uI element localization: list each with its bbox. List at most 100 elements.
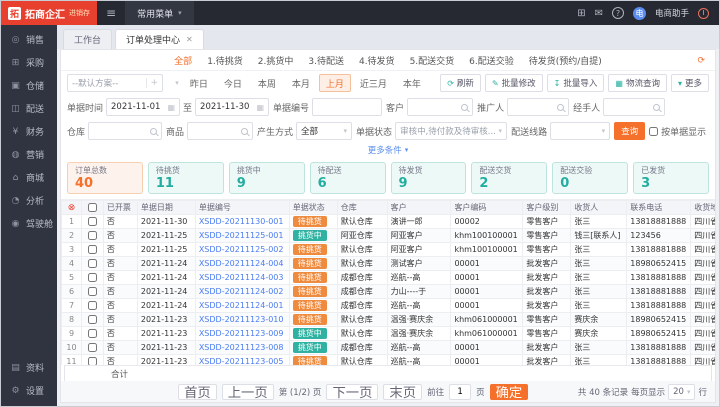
row-checkbox[interactable] <box>88 245 97 254</box>
avatar[interactable]: 电 <box>633 7 646 20</box>
quick-date-button[interactable]: 近三月 <box>353 74 394 92</box>
sidebar-item-warehouse[interactable]: ▣仓储 <box>1 74 57 97</box>
close-icon[interactable]: ✕ <box>186 35 193 44</box>
table-row[interactable]: 3否2021-11-25XSDD-20211125-002待挑货默认仓库阿亚客户… <box>62 243 716 257</box>
column-header[interactable]: 客户编码 <box>451 201 523 215</box>
sidebar-item-data[interactable]: ▤资料 <box>1 356 57 379</box>
order-link[interactable]: XSDD-20211124-003 <box>199 273 284 282</box>
sidebar-item-delivery[interactable]: ◫配送 <box>1 97 57 120</box>
orders-table-scroll[interactable]: ⊗ 已开票单据日期单据编号单据状态仓库客户客户编码客户级别收货人联系电话收货地址… <box>61 199 715 365</box>
help-icon[interactable]: ? <box>612 7 624 19</box>
last-page-button[interactable]: 末页 <box>383 384 422 400</box>
action-button-2[interactable]: ↧批量导入 <box>547 74 605 92</box>
row-checkbox[interactable] <box>88 287 97 296</box>
status-tab-2[interactable]: 2.挑货中 <box>258 54 294 67</box>
status-tab-6[interactable]: 6.配送交验 <box>469 54 514 67</box>
customer-input[interactable] <box>407 98 473 116</box>
quick-date-button[interactable]: 昨日 <box>183 74 215 92</box>
order-link[interactable]: XSDD-20211123-009 <box>199 329 284 338</box>
column-header[interactable]: 客户级别 <box>523 201 571 215</box>
menu-tab[interactable]: 常用菜单 ▾ <box>125 1 194 25</box>
warehouse-input[interactable] <box>88 122 162 140</box>
row-checkbox[interactable] <box>88 357 97 365</box>
column-header[interactable]: 已开票 <box>103 201 137 215</box>
row-checkbox[interactable] <box>88 273 97 282</box>
stat-card-3[interactable]: 待配送6 <box>310 162 386 194</box>
add-scheme-icon[interactable]: + <box>146 78 158 88</box>
sidebar-item-sales[interactable]: ◎销售 <box>1 28 57 51</box>
order-link[interactable]: XSDD-20211123-005 <box>199 357 284 365</box>
apps-icon[interactable]: ⊞ <box>577 8 585 19</box>
by-doc-checkbox-input[interactable] <box>649 127 658 136</box>
stat-card-1[interactable]: 待挑货11 <box>148 162 224 194</box>
more-button[interactable]: ▾更多 <box>671 74 709 92</box>
action-button-3[interactable]: ▦物流查询 <box>608 74 667 92</box>
row-checkbox[interactable] <box>88 259 97 268</box>
prev-page-button[interactable]: 上一页 <box>222 384 274 400</box>
action-button-0[interactable]: ⟳刷新 <box>440 74 481 92</box>
query-button[interactable]: 查询 <box>614 122 645 140</box>
goto-confirm-button[interactable]: 确定 <box>490 384 529 400</box>
message-icon[interactable]: ✉ <box>595 8 603 19</box>
tab-order-center[interactable]: 订单处理中心✕ <box>115 29 204 49</box>
table-row[interactable]: 10否2021-11-23XSDD-20211123-008挑货中成都仓库巡航-… <box>62 341 716 355</box>
order-link[interactable]: XSDD-20211130-001 <box>199 217 284 226</box>
route-select[interactable]: ▾ <box>550 122 610 140</box>
stat-card-2[interactable]: 挑货中9 <box>229 162 305 194</box>
product-input[interactable] <box>187 122 253 140</box>
sidebar-item-purchase[interactable]: ⊞采购 <box>1 51 57 74</box>
column-header[interactable]: 单据状态 <box>289 201 337 215</box>
power-icon[interactable] <box>698 8 709 19</box>
column-header[interactable]: 单据编号 <box>195 201 289 215</box>
date-to-input[interactable]: 2021-11-30 ▦ <box>195 98 269 116</box>
order-link[interactable]: XSDD-20211124-004 <box>199 259 284 268</box>
sidebar-item-finance[interactable]: ¥财务 <box>1 120 57 143</box>
sidebar-item-marketing[interactable]: ◍营销 <box>1 143 57 166</box>
table-row[interactable]: 7否2021-11-24XSDD-20211124-001待挑货成都仓库巡航--… <box>62 299 716 313</box>
table-row[interactable]: 1否2021-11-30XSDD-20211130-001待挑货默认仓库演讲一郎… <box>62 215 716 229</box>
column-header[interactable]: 收货人 <box>571 201 627 215</box>
row-checkbox[interactable] <box>88 301 97 310</box>
doc-status-select[interactable]: 审核中,待付款及待审核... ▾ <box>395 122 507 140</box>
table-row[interactable]: 2否2021-11-25XSDD-20211125-001挑货中阿亚仓库阿亚客户… <box>62 229 716 243</box>
select-all-checkbox[interactable] <box>88 203 97 212</box>
sidebar-item-analysis[interactable]: ◔分析 <box>1 189 57 212</box>
more-conditions-link[interactable]: 更多条件 ▾ <box>61 143 715 159</box>
row-checkbox[interactable] <box>88 329 97 338</box>
column-header[interactable]: 客户 <box>387 201 451 215</box>
order-link[interactable]: XSDD-20211124-001 <box>199 301 284 310</box>
table-row[interactable]: 11否2021-11-23XSDD-20211123-005待挑货默认仓库巡航-… <box>62 355 716 366</box>
status-tab-0[interactable]: 全部 <box>174 54 192 67</box>
by-doc-checkbox[interactable]: 按单据显示 <box>649 125 706 138</box>
status-tab-4[interactable]: 4.待发货 <box>359 54 395 67</box>
date-from-input[interactable]: 2021-11-01 ▦ <box>106 98 180 116</box>
order-link[interactable]: XSDD-20211125-001 <box>199 231 284 240</box>
per-page-select[interactable]: 20 ▾ <box>668 384 695 400</box>
sidebar-item-cockpit[interactable]: ◉驾驶舱 <box>1 212 57 235</box>
column-header[interactable]: 联系电话 <box>627 201 691 215</box>
scheme-select[interactable]: --默认方案-- + <box>67 74 163 92</box>
row-checkbox[interactable] <box>88 315 97 324</box>
column-header[interactable]: 仓库 <box>337 201 387 215</box>
first-page-button[interactable]: 首页 <box>178 384 217 400</box>
order-link[interactable]: XSDD-20211125-002 <box>199 245 284 254</box>
row-checkbox[interactable] <box>88 217 97 226</box>
status-tab-7[interactable]: 待发货(预约/自提) <box>529 54 602 67</box>
column-header[interactable]: 单据日期 <box>137 201 195 215</box>
gen-method-select[interactable]: 全部 ▾ <box>296 122 352 140</box>
table-row[interactable]: 6否2021-11-24XSDD-20211124-002待挑货成都仓库力山--… <box>62 285 716 299</box>
sidebar-item-mall[interactable]: ⌂商城 <box>1 166 57 189</box>
row-checkbox[interactable] <box>88 343 97 352</box>
quick-date-button[interactable]: 本年 <box>396 74 428 92</box>
action-button-1[interactable]: ✎批量修改 <box>485 74 543 92</box>
quick-date-button[interactable]: 本周 <box>251 74 283 92</box>
column-header[interactable]: 收货地址 <box>691 201 715 215</box>
status-tab-5[interactable]: 5.配送交货 <box>410 54 455 67</box>
stat-card-5[interactable]: 配送交货2 <box>471 162 547 194</box>
table-row[interactable]: 8否2021-11-23XSDD-20211123-010待挑货默认仓库温强·赛… <box>62 313 716 327</box>
order-link[interactable]: XSDD-20211124-002 <box>199 287 284 296</box>
table-row[interactable]: 9否2021-11-23XSDD-20211123-009挑货中默认仓库温强·赛… <box>62 327 716 341</box>
refresh-icon[interactable]: ⟳ <box>697 56 705 66</box>
quick-date-button[interactable]: 上月 <box>319 74 351 92</box>
tab-workbench[interactable]: 工作台 <box>63 29 112 49</box>
